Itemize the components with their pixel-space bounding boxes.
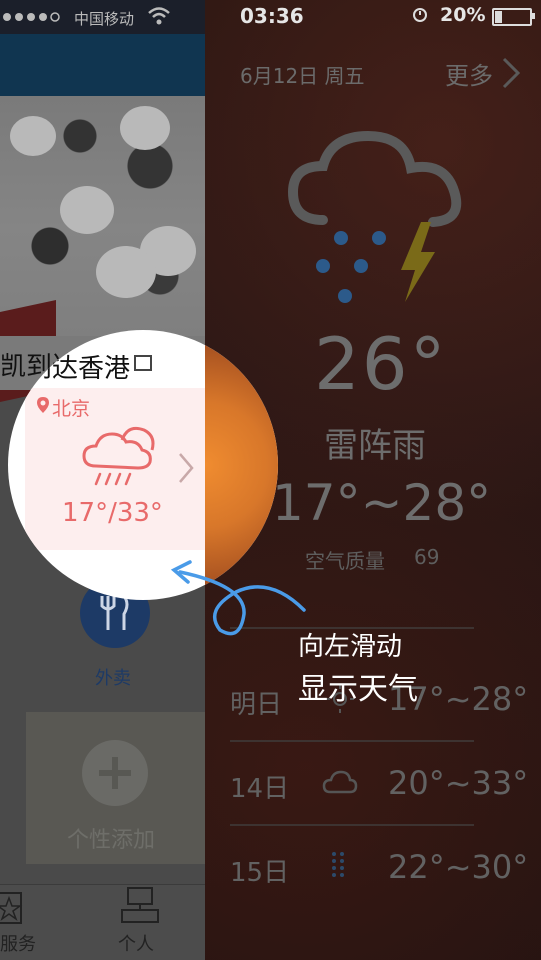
forecast-day: 明日	[230, 690, 283, 720]
weather-condition: 雷阵雨	[324, 426, 426, 466]
curved-arrow-icon	[170, 560, 306, 636]
forecast-day: 14日	[230, 774, 290, 804]
panda-figure	[60, 186, 114, 234]
today-temperature-range: 17°~28°	[272, 474, 492, 532]
rain-icon	[332, 852, 344, 877]
chevron-right-icon[interactable]	[176, 450, 196, 486]
battery-icon	[492, 8, 535, 26]
wifi-icon	[148, 7, 170, 25]
chevron-right-icon[interactable]	[500, 56, 522, 90]
fork-knife-icon	[100, 595, 129, 630]
city-name: 北京	[52, 398, 91, 420]
hint-line-2: 显示天气	[298, 672, 418, 707]
more-link[interactable]: 更多	[445, 56, 493, 91]
hint-line-1: 向左滑动	[298, 632, 403, 662]
tab-personal[interactable]: 个人	[118, 930, 154, 956]
weather-date: 6月12日 周五	[240, 64, 365, 88]
battery-percent: 20%	[440, 4, 486, 26]
takeout-label: 外卖	[95, 668, 131, 689]
signal-icon	[3, 12, 60, 22]
person-icon[interactable]	[118, 886, 162, 926]
air-quality-value: 69	[414, 545, 440, 569]
gallery-icon	[134, 355, 152, 371]
cloud-rain-icon	[82, 426, 155, 486]
panda-figure	[10, 116, 56, 156]
current-temperature: 26°	[314, 322, 448, 406]
location-pin-icon	[37, 397, 49, 413]
forecast-divider	[230, 740, 474, 742]
forecast-divider	[230, 824, 474, 826]
forecast-range: 20°~33°	[388, 764, 529, 802]
tab-services[interactable]: 服务	[0, 930, 36, 956]
cloud-icon	[322, 770, 358, 794]
carrier-name: 中国移动	[74, 10, 135, 28]
thunderstorm-icon	[287, 130, 462, 303]
battery-fill	[495, 11, 503, 23]
status-time: 03:36	[240, 4, 304, 28]
plus-icon	[99, 757, 131, 789]
forecast-day: 15日	[230, 858, 290, 888]
home-header	[0, 34, 205, 96]
add-label: 个性添加	[67, 828, 156, 853]
forecast-range: 22°~30°	[388, 848, 529, 886]
panda-figure	[120, 106, 170, 150]
card-temperature-range: 17°/33°	[62, 498, 163, 528]
star-icon[interactable]	[0, 890, 24, 926]
alarm-icon	[413, 8, 427, 22]
news-caption-magnified: 凯到达香港	[8, 354, 131, 384]
news-photo[interactable]	[0, 96, 205, 402]
panda-figure	[96, 246, 156, 298]
